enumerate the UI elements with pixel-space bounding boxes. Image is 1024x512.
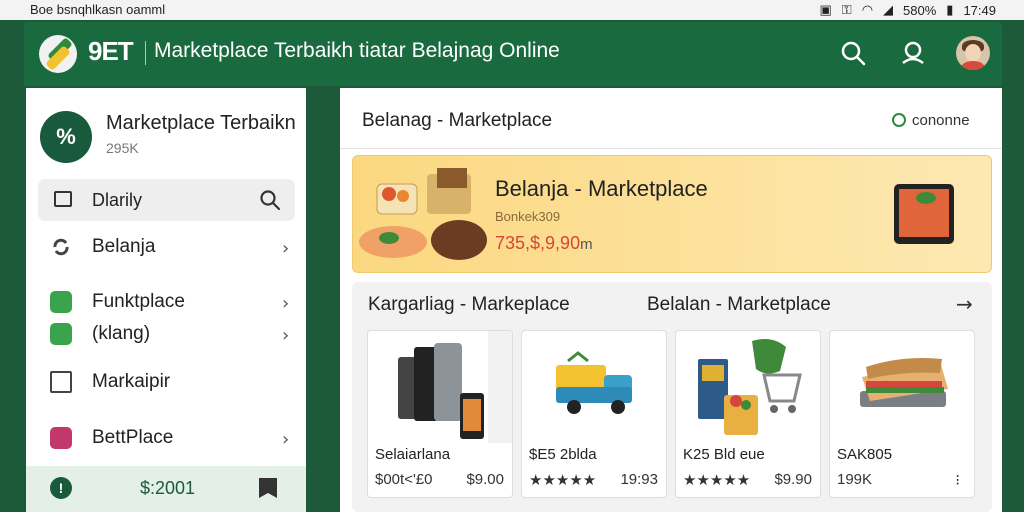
more-options-icon[interactable]: ⁝ <box>955 471 960 489</box>
online-icon <box>892 113 906 127</box>
shopping-bag-icon <box>54 191 72 207</box>
rating-stars: ★★★★★ <box>529 471 597 489</box>
profile-button[interactable] <box>898 38 928 68</box>
sidebar-search[interactable]: Dlarily <box>38 179 295 221</box>
product-price: $9.90 <box>774 471 812 488</box>
status-right: ▣ ⚿ ◠ ◢ 580% ▮ 17:49 <box>820 2 997 18</box>
leaf-icon <box>50 291 72 313</box>
app-logo[interactable] <box>39 35 77 73</box>
sidebar-footer: ! $:2001 <box>26 466 306 512</box>
rating-stars: ★★★★★ <box>683 471 751 489</box>
sidebar-title: Marketplace Terbaikn <box>106 112 296 134</box>
sidebar-item-belanja[interactable]: Belanja › <box>26 231 306 263</box>
food-illustration <box>359 168 487 260</box>
sidebar-item-label: Belanja <box>92 236 156 257</box>
price-value: 735,$,9,90 <box>495 233 581 253</box>
sidebar-item-label: Markaipir <box>92 371 171 392</box>
promo-banner[interactable]: Belanja - Marketplace Bonkek309 735,$,9,… <box>352 155 992 273</box>
brand-name: 9ET <box>88 36 134 66</box>
search-icon <box>841 41 866 66</box>
main-heading: Belanag - Marketplace <box>362 110 553 131</box>
wifi-icon: ◠ <box>861 2 874 17</box>
tag-icon <box>50 323 72 345</box>
phones-image <box>398 331 512 443</box>
sidebar-item-markaipir[interactable]: Markaipir <box>26 366 306 398</box>
sidebar-logo: % <box>40 111 92 163</box>
sidebar-item-label: BettPlace <box>92 427 174 448</box>
product-meta: $00t<'£0 <box>375 471 433 488</box>
page-title: Marketplace Terbaikh tiatar Belajnag Onl… <box>154 39 560 62</box>
bag-icon <box>50 371 72 393</box>
banner-title: Belanja - Marketplace <box>495 176 708 201</box>
tablet-image <box>894 184 954 244</box>
product-name: $E5 2blda <box>529 446 597 463</box>
battery-icon: ▮ <box>946 2 954 17</box>
status-bar: Boe bsnqhlkasn oamml ▣ ⚿ ◠ ◢ 580% ▮ 17:4… <box>0 0 1024 20</box>
online-status-button[interactable]: cononne <box>892 112 970 129</box>
main-panel: Belanag - Marketplace cononne Belanja - … <box>340 88 1002 512</box>
cart-image <box>698 339 802 435</box>
section-title-right: Belalan - Marketplace <box>647 294 831 315</box>
battery-text: 580% <box>903 2 937 18</box>
camera-icon <box>50 427 72 449</box>
status-left-text: Boe bsnqhlkasn oamml <box>30 2 166 17</box>
truck-image <box>556 351 632 414</box>
sidebar-item-label: (klang) <box>92 323 151 344</box>
search-button[interactable] <box>838 38 868 68</box>
lock-icon: ⚿ <box>841 2 852 17</box>
product-card[interactable]: K25 Bld eue ★★★★★ $9.90 <box>675 330 821 498</box>
chevron-right-icon: › <box>282 238 290 259</box>
sidebar-item-klang[interactable]: (klang) › <box>26 318 306 350</box>
sidebar-item-bettplace[interactable]: BettPlace › <box>26 422 306 454</box>
banner-subtitle: Bonkek309 <box>495 209 561 224</box>
sidebar-item-funktplace[interactable]: Funktplace › <box>26 286 306 318</box>
sidebar-item-label: Funktplace <box>92 291 185 312</box>
footer-amount: $:2001 <box>140 478 196 498</box>
product-card[interactable]: $E5 2blda ★★★★★ 19:93 <box>521 330 667 498</box>
sidebar: % Marketplace Terbaikn 295K Dlarily Bela… <box>26 88 306 512</box>
refresh-icon <box>53 238 69 256</box>
clock-text: 17:49 <box>963 2 996 18</box>
product-section: Kargarliag - Markeplace Belalan - Market… <box>352 282 992 512</box>
product-name: K25 Bld eue <box>683 446 765 463</box>
chevron-right-icon: › <box>282 293 290 314</box>
bookmark-icon[interactable] <box>259 478 277 498</box>
search-label: Dlarily <box>92 190 143 210</box>
product-card[interactable]: SAK805 199K ⁝ <box>829 330 975 498</box>
product-name: Selaiarlana <box>375 446 451 463</box>
search-icon <box>260 190 281 211</box>
product-card[interactable]: Selaiarlana $00t<'£0 $9.00 <box>367 330 513 498</box>
header-divider <box>340 148 1002 149</box>
app-header: 9ET Marketplace Terbaikh tiatar Belajnag… <box>24 22 1002 86</box>
sandwich-image <box>860 358 948 407</box>
arrow-right-icon[interactable]: → <box>956 292 973 316</box>
user-icon <box>902 41 924 65</box>
section-title-left: Kargarliag - Markeplace <box>368 294 570 315</box>
online-label: cononne <box>912 112 970 129</box>
banner-price: 735,$,9,90m <box>495 233 593 254</box>
price-unit: m <box>580 236 593 253</box>
product-price: 19:93 <box>620 471 658 488</box>
gallery-icon: ▣ <box>819 2 832 17</box>
chevron-right-icon: › <box>282 429 290 450</box>
product-meta: 199K <box>837 471 873 488</box>
signal-icon: ◢ <box>883 2 894 17</box>
chevron-right-icon: › <box>282 325 290 346</box>
avatar[interactable] <box>956 36 990 70</box>
sidebar-subtitle: 295K <box>106 140 139 156</box>
product-name: SAK805 <box>837 446 893 463</box>
header-divider <box>145 41 146 65</box>
product-price: $9.00 <box>466 471 504 488</box>
info-icon[interactable]: ! <box>50 477 72 499</box>
